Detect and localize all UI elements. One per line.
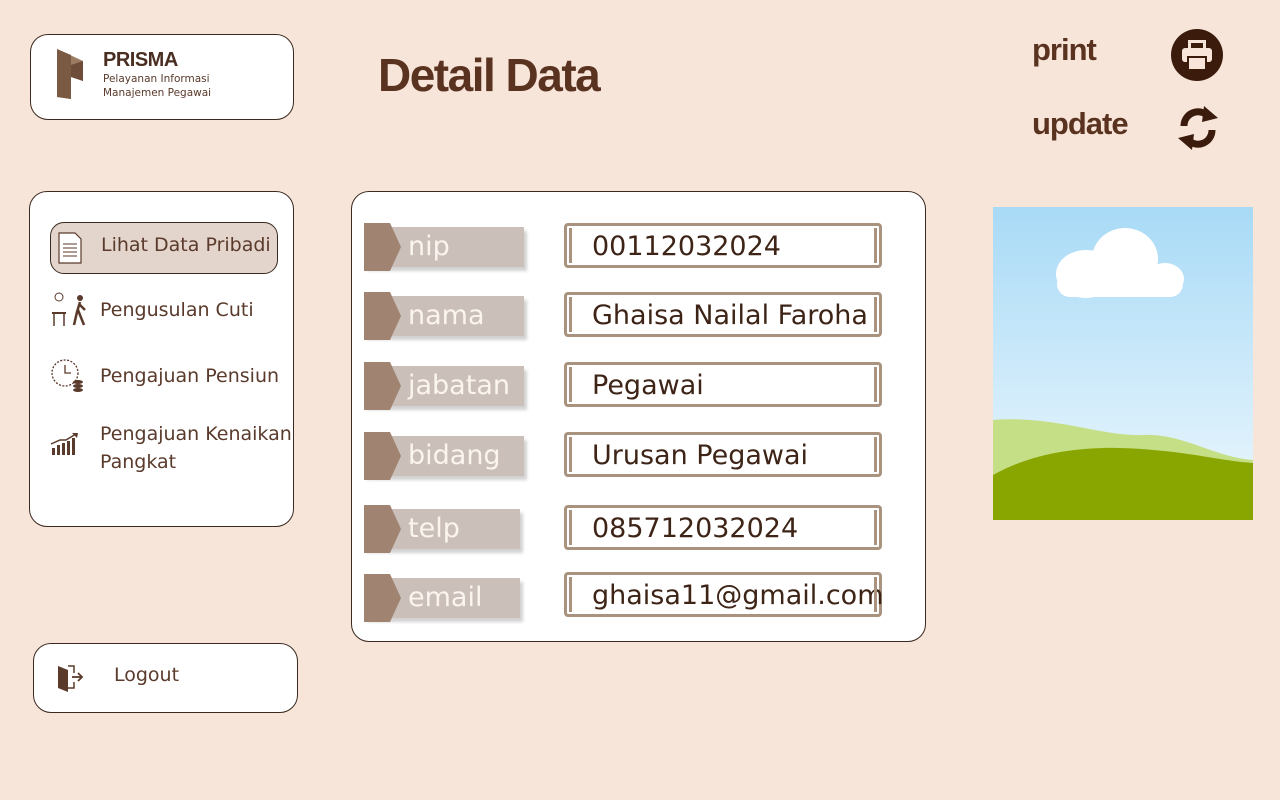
sidebar-item-pengajuan-kenaikan-pangkat[interactable]: Pengajuan Kenaikan Pangkat: [50, 420, 292, 480]
field-label-telp: telp: [364, 505, 524, 553]
field-value-bidang: Urusan Pegawai: [564, 432, 882, 477]
sidebar-item-lihat-data-pribadi[interactable]: Lihat Data Pribadi: [50, 222, 278, 274]
field-label-nama: nama: [364, 292, 524, 340]
page-title: Detail Data: [378, 49, 601, 101]
refresh-icon: [1178, 106, 1218, 150]
sidebar-item-label: Pengusulan Cuti: [100, 299, 254, 321]
clock-coins-icon: [51, 359, 83, 392]
printer-icon: [1182, 40, 1212, 71]
landscape-placeholder-icon: [993, 207, 1253, 520]
field-value-jabatan: Pegawai: [564, 362, 882, 407]
sidebar-item-label: Pengajuan Pensiun: [100, 365, 280, 387]
field-label-jabatan: jabatan: [364, 362, 524, 410]
leave-person-icon: [52, 292, 86, 326]
field-value-nama: Ghaisa Nailal Faroha: [564, 292, 882, 337]
print-button[interactable]: [1171, 29, 1223, 81]
logo-card: PRISMA Pelayanan Informasi Manajemen Peg…: [30, 34, 294, 120]
sidebar-item-label: Lihat Data Pribadi: [101, 234, 271, 256]
profile-photo-placeholder: [993, 207, 1253, 520]
update-label[interactable]: update: [1032, 106, 1129, 142]
sidebar-item-pengusulan-cuti[interactable]: Pengusulan Cuti: [50, 292, 276, 332]
detail-panel: nip 00112032024 nama Ghaisa Nailal Faroh…: [351, 191, 926, 642]
sidebar: Lihat Data Pribadi Pengusulan Cuti Penga…: [29, 191, 294, 527]
field-value-nip: 00112032024: [564, 223, 882, 268]
field-label-bidang: bidang: [364, 432, 524, 480]
brand-subtitle-line1: Pelayanan Informasi: [103, 73, 210, 85]
field-value-telp: 085712032024: [564, 505, 882, 550]
logout-button[interactable]: Logout: [33, 643, 298, 713]
field-label-email: email: [364, 574, 524, 622]
brand-name: PRISMA: [103, 49, 178, 71]
update-button[interactable]: [1174, 104, 1222, 152]
logout-label: Logout: [114, 664, 180, 686]
sidebar-item-pengajuan-pensiun[interactable]: Pengajuan Pensiun: [50, 358, 280, 398]
field-value-email: ghaisa11@gmail.com: [564, 572, 884, 617]
document-icon: [58, 232, 82, 264]
logout-door-icon: [58, 665, 84, 692]
sidebar-item-label-line2: Pangkat: [100, 451, 177, 473]
brand-subtitle-line2: Manajemen Pegawai: [103, 87, 212, 99]
field-label-nip: nip: [364, 223, 524, 271]
sidebar-item-label-line1: Pengajuan Kenaikan: [100, 423, 292, 445]
growth-chart-icon: [50, 433, 78, 455]
prisma-logo-icon: [57, 49, 83, 99]
print-label[interactable]: print: [1032, 32, 1097, 68]
